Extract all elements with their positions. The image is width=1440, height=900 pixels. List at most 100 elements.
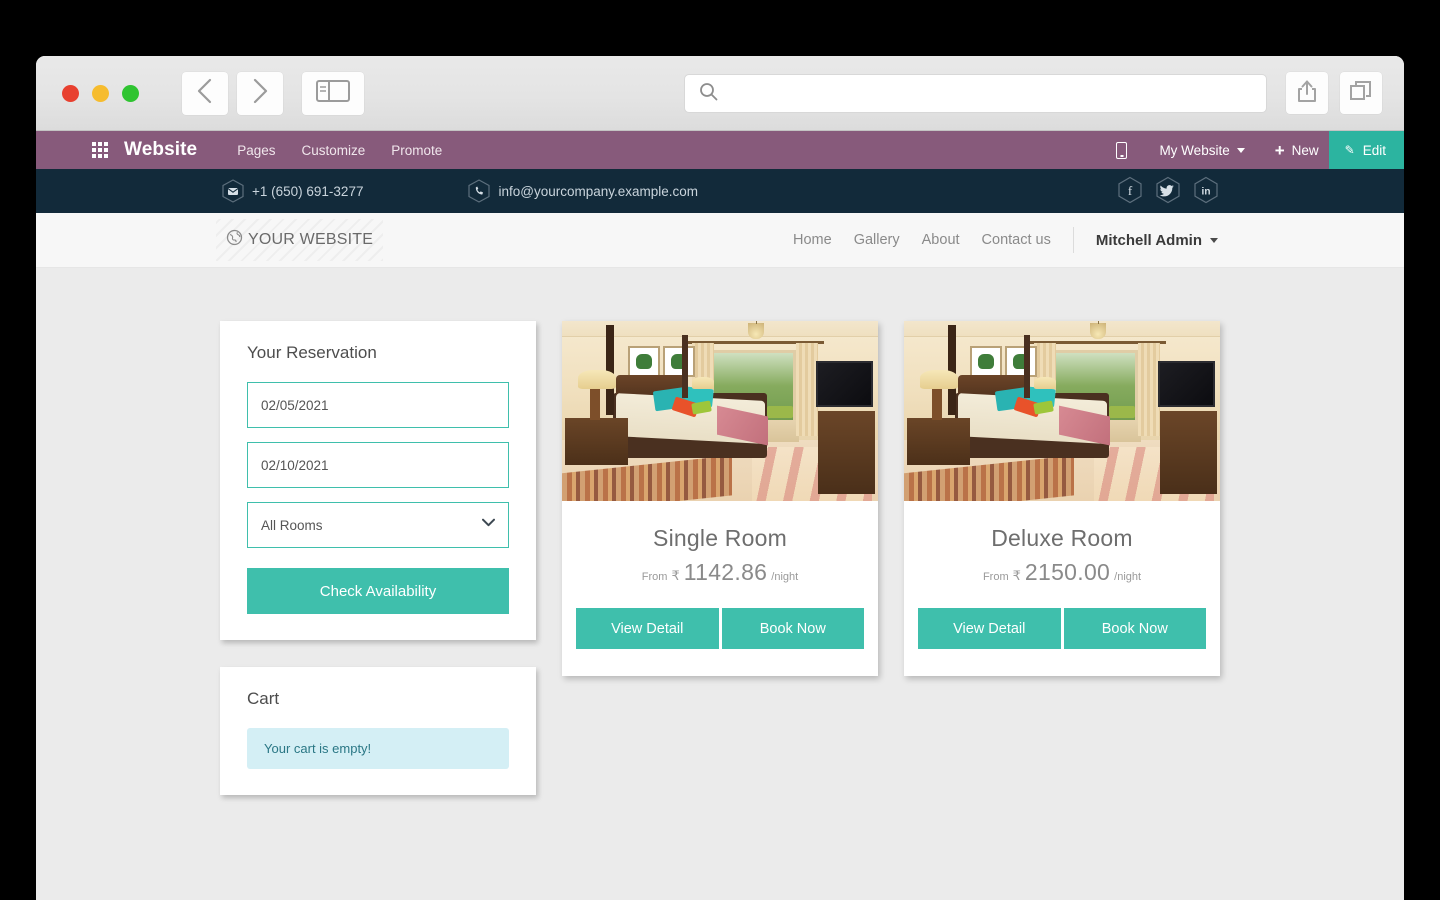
room-image[interactable]: [562, 321, 878, 501]
user-menu-label: Mitchell Admin: [1095, 231, 1202, 249]
facebook-icon[interactable]: f: [1117, 176, 1143, 207]
room-image[interactable]: [904, 321, 1220, 501]
room-name: Deluxe Room: [991, 525, 1133, 551]
toolbar-right-actions: [1286, 72, 1382, 114]
room-type-select-wrapper: [247, 502, 509, 548]
view-detail-button[interactable]: View Detail: [918, 608, 1061, 649]
new-button[interactable]: + New: [1275, 142, 1319, 159]
site-selector[interactable]: My Website: [1159, 142, 1245, 158]
svg-text:in: in: [1202, 186, 1211, 197]
globe-icon: [226, 229, 243, 251]
window-traffic-lights: [62, 84, 139, 102]
room-card: Deluxe Room From ₹ 2150.00 /night View D…: [904, 321, 1220, 676]
price-prefix: From: [641, 571, 668, 583]
phone-icon: [468, 179, 491, 203]
content-container: Your Reservation Check Availability: [220, 321, 1220, 795]
sidebar-toggle-button[interactable]: [302, 71, 364, 115]
room-card-actions: View Detail Book Now: [562, 586, 878, 676]
price-unit: /night: [771, 571, 799, 583]
apps-grid-icon[interactable]: [92, 142, 108, 158]
nav-link-contact-us[interactable]: Contact us: [982, 232, 1051, 248]
hotel-room-photo: [904, 321, 1220, 501]
edit-button[interactable]: ✎ Edit: [1328, 131, 1404, 169]
room-type-select[interactable]: [247, 502, 509, 548]
book-now-button[interactable]: Book Now: [721, 608, 864, 649]
new-button-label: New: [1291, 142, 1319, 158]
room-cards: Single Room From ₹ 1142.86 /night View D…: [562, 321, 1220, 676]
editor-menu: Pages Customize Promote: [237, 143, 442, 158]
room-card: Single Room From ₹ 1142.86 /night View D…: [562, 321, 878, 676]
menu-item-customize[interactable]: Customize: [301, 143, 365, 158]
svg-text:f: f: [1128, 183, 1133, 198]
maximize-window-button[interactable]: [122, 84, 139, 102]
site-contact-bar: +1 (650) 691-3277 info@yourcompany.examp…: [36, 169, 1404, 213]
search-icon: [699, 82, 718, 106]
twitter-icon[interactable]: [1155, 176, 1181, 207]
book-now-button[interactable]: Book Now: [1063, 608, 1206, 649]
price-currency: ₹: [1012, 568, 1021, 583]
sidebar-column: Your Reservation Check Availability: [220, 321, 536, 795]
check-availability-label: Check Availability: [319, 582, 437, 600]
price-currency: ₹: [671, 568, 680, 583]
cart-panel: Cart Your cart is empty!: [220, 667, 536, 795]
checkout-date-input[interactable]: [247, 442, 509, 488]
view-detail-button[interactable]: View Detail: [576, 608, 719, 649]
navigation-buttons: [182, 71, 283, 115]
tabs-overview-icon: [1350, 80, 1372, 107]
pencil-icon: ✎: [1344, 143, 1355, 157]
site-logo[interactable]: YOUR WEBSITE: [215, 219, 384, 261]
search-input[interactable]: [728, 75, 1266, 112]
forward-button[interactable]: [237, 71, 283, 115]
room-card-actions: View Detail Book Now: [904, 586, 1220, 676]
address-search-bar[interactable]: [684, 74, 1267, 113]
price-prefix: From: [982, 571, 1009, 583]
sidebar-toggle-icon: [316, 79, 350, 108]
user-menu[interactable]: Mitchell Admin: [1096, 232, 1218, 249]
hotel-room-photo: [562, 321, 878, 501]
share-button[interactable]: [1286, 72, 1328, 114]
page-content: Your Reservation Check Availability: [36, 268, 1404, 900]
menu-item-pages[interactable]: Pages: [237, 143, 275, 158]
check-availability-button[interactable]: Check Availability: [247, 568, 509, 614]
back-button[interactable]: [182, 71, 228, 115]
app-title: Website: [124, 139, 198, 160]
contact-phone[interactable]: +1 (650) 691-3277: [222, 179, 363, 203]
plus-icon: +: [1274, 140, 1285, 160]
nav-link-about[interactable]: About: [922, 232, 960, 248]
chevron-left-icon: [196, 77, 214, 110]
envelope-icon: [222, 179, 244, 203]
share-icon: [1296, 79, 1318, 108]
odoo-editor-bar: Website Pages Customize Promote My Websi…: [36, 131, 1404, 169]
reservation-panel: Your Reservation Check Availability: [220, 321, 536, 640]
site-selector-label: My Website: [1159, 142, 1230, 158]
tabs-overview-button[interactable]: [1340, 72, 1382, 114]
cart-empty-message: Your cart is empty!: [247, 728, 509, 769]
mobile-preview-icon[interactable]: [1116, 141, 1128, 159]
cart-title: Cart: [247, 689, 280, 708]
price-value: 2150.00: [1024, 559, 1111, 585]
site-logo-text: YOUR WEBSITE: [248, 231, 374, 248]
room-price: From ₹ 2150.00 /night: [924, 559, 1200, 586]
price-value: 1142.86: [683, 559, 768, 585]
chevron-down-icon: [1210, 237, 1218, 243]
screenshot-stage: Website Pages Customize Promote My Websi…: [0, 0, 1440, 900]
nav-link-home[interactable]: Home: [793, 232, 832, 248]
reservation-title: Your Reservation: [247, 343, 377, 362]
close-window-button[interactable]: [62, 84, 79, 102]
minimize-window-button[interactable]: [92, 84, 109, 102]
contact-phone-text: +1 (650) 691-3277: [252, 183, 364, 199]
linkedin-icon[interactable]: in: [1193, 176, 1219, 207]
site-nav-links: Home Gallery About Contact us Mitchell A…: [793, 227, 1218, 253]
nav-divider: [1072, 227, 1074, 253]
price-unit: /night: [1114, 571, 1142, 583]
menu-item-promote[interactable]: Promote: [391, 143, 442, 158]
browser-window: Website Pages Customize Promote My Websi…: [36, 56, 1404, 900]
edit-button-label: Edit: [1362, 142, 1386, 158]
checkin-date-input[interactable]: [247, 382, 509, 428]
nav-link-gallery[interactable]: Gallery: [854, 232, 900, 248]
contact-email[interactable]: info@yourcompany.example.com: [468, 179, 698, 203]
room-price: From ₹ 1142.86 /night: [582, 559, 858, 586]
room-name: Single Room: [653, 525, 787, 551]
site-navigation-bar: YOUR WEBSITE Home Gallery About Contact …: [36, 213, 1404, 268]
chevron-right-icon: [251, 77, 269, 110]
